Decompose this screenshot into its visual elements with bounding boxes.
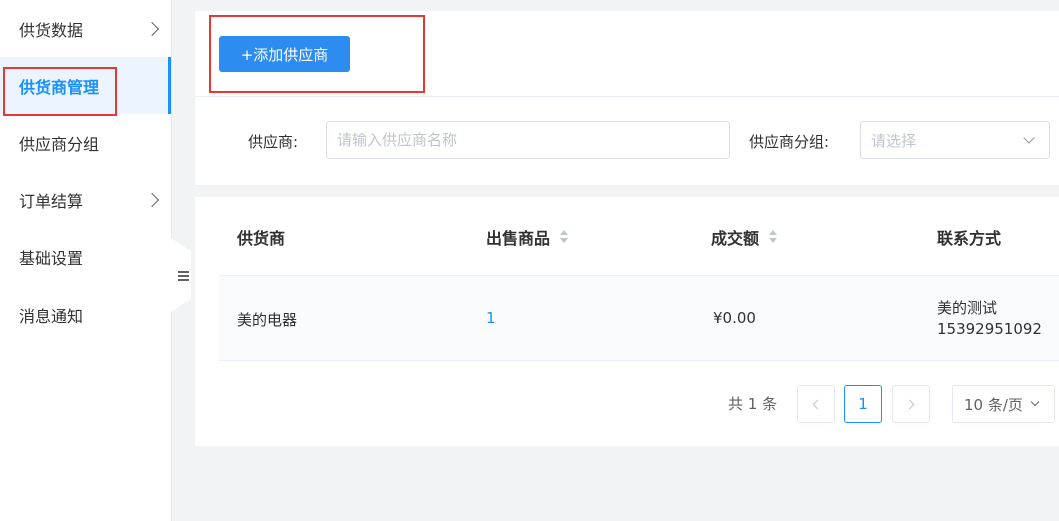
column-header-label: 供货商 bbox=[237, 229, 286, 248]
collapse-menu-icon bbox=[177, 270, 189, 281]
chevron-right-icon bbox=[144, 192, 160, 207]
sidebar-item-label: 供应商分组 bbox=[19, 134, 100, 154]
sort-icon[interactable] bbox=[768, 230, 778, 244]
sidebar-item-order-settlement[interactable]: 订单结算 bbox=[0, 171, 171, 228]
contact-name-cell: 美的测试 bbox=[937, 299, 998, 317]
chevron-right-icon bbox=[904, 399, 915, 409]
sidebar-item-notifications[interactable]: 消息通知 bbox=[0, 286, 171, 343]
table-divider bbox=[219, 360, 1059, 361]
table-row: 美的电器 1 ¥0.00 美的测试 15392951092 bbox=[219, 276, 1059, 360]
sidebar-item-label: 订单结算 bbox=[19, 191, 84, 211]
chevron-down-icon bbox=[1023, 132, 1035, 144]
supplier-filter-label: 供应商: bbox=[248, 133, 299, 151]
table-panel: 供货商 出售商品 成交额 联系方式 美的电器 1 ¥0.00 美的测试 1539… bbox=[195, 197, 1059, 446]
sidebar-collapse-button[interactable] bbox=[171, 238, 191, 312]
chevron-down-icon bbox=[1030, 397, 1040, 407]
amount-cell: ¥0.00 bbox=[713, 309, 756, 327]
sidebar-item-label: 基础设置 bbox=[19, 248, 84, 268]
column-header-label: 出售商品 bbox=[486, 229, 551, 248]
toolbar-panel: +添加供应商 供应商: 供应商分组: 请选择 bbox=[195, 11, 1059, 185]
sidebar-item-basic-settings[interactable]: 基础设置 bbox=[0, 228, 171, 285]
column-header-contact: 联系方式 bbox=[937, 225, 1001, 249]
column-header-amount[interactable]: 成交额 bbox=[711, 225, 778, 249]
supplier-search-input[interactable] bbox=[326, 121, 730, 159]
chevron-left-icon bbox=[812, 399, 823, 409]
column-header-supplier: 供货商 bbox=[237, 225, 285, 249]
supplier-group-select[interactable]: 请选择 bbox=[860, 121, 1050, 159]
column-header-label: 联系方式 bbox=[937, 229, 1002, 248]
pagination-next-button[interactable] bbox=[892, 385, 930, 423]
pagination-prev-button[interactable] bbox=[797, 385, 835, 423]
page-size-select[interactable]: 10 条/页 bbox=[952, 385, 1055, 423]
sidebar-item-supplier-group[interactable]: 供应商分组 bbox=[0, 114, 171, 171]
select-placeholder: 请选择 bbox=[871, 131, 917, 150]
sidebar-item-label: 供货数据 bbox=[19, 20, 84, 40]
supplier-group-filter-label: 供应商分组: bbox=[749, 133, 830, 151]
divider bbox=[195, 96, 1059, 97]
sidebar: 供货数据 供货商管理 供应商分组 订单结算 基础设置 消息通知 bbox=[0, 0, 172, 521]
column-header-products[interactable]: 出售商品 bbox=[486, 225, 569, 249]
pagination-total: 共 1 条 bbox=[728, 395, 778, 413]
sort-icon[interactable] bbox=[559, 230, 569, 244]
supplier-cell: 美的电器 bbox=[237, 311, 298, 329]
page-size-label: 10 条/页 bbox=[964, 395, 1023, 414]
column-header-label: 成交额 bbox=[711, 229, 760, 248]
products-count-link[interactable]: 1 bbox=[486, 309, 496, 327]
sidebar-item-supply-data[interactable]: 供货数据 bbox=[0, 0, 171, 57]
sidebar-item-supplier-management[interactable]: 供货商管理 bbox=[0, 57, 171, 114]
add-supplier-button[interactable]: +添加供应商 bbox=[219, 36, 350, 72]
sidebar-item-label: 消息通知 bbox=[19, 306, 84, 326]
app-root: 供货数据 供货商管理 供应商分组 订单结算 基础设置 消息通知 +添加供应商 供… bbox=[0, 0, 1059, 521]
pagination-page-1[interactable]: 1 bbox=[844, 385, 882, 423]
contact-phone-cell: 15392951092 bbox=[937, 320, 1042, 338]
chevron-right-icon bbox=[144, 21, 160, 36]
sidebar-item-label: 供货商管理 bbox=[19, 77, 100, 97]
